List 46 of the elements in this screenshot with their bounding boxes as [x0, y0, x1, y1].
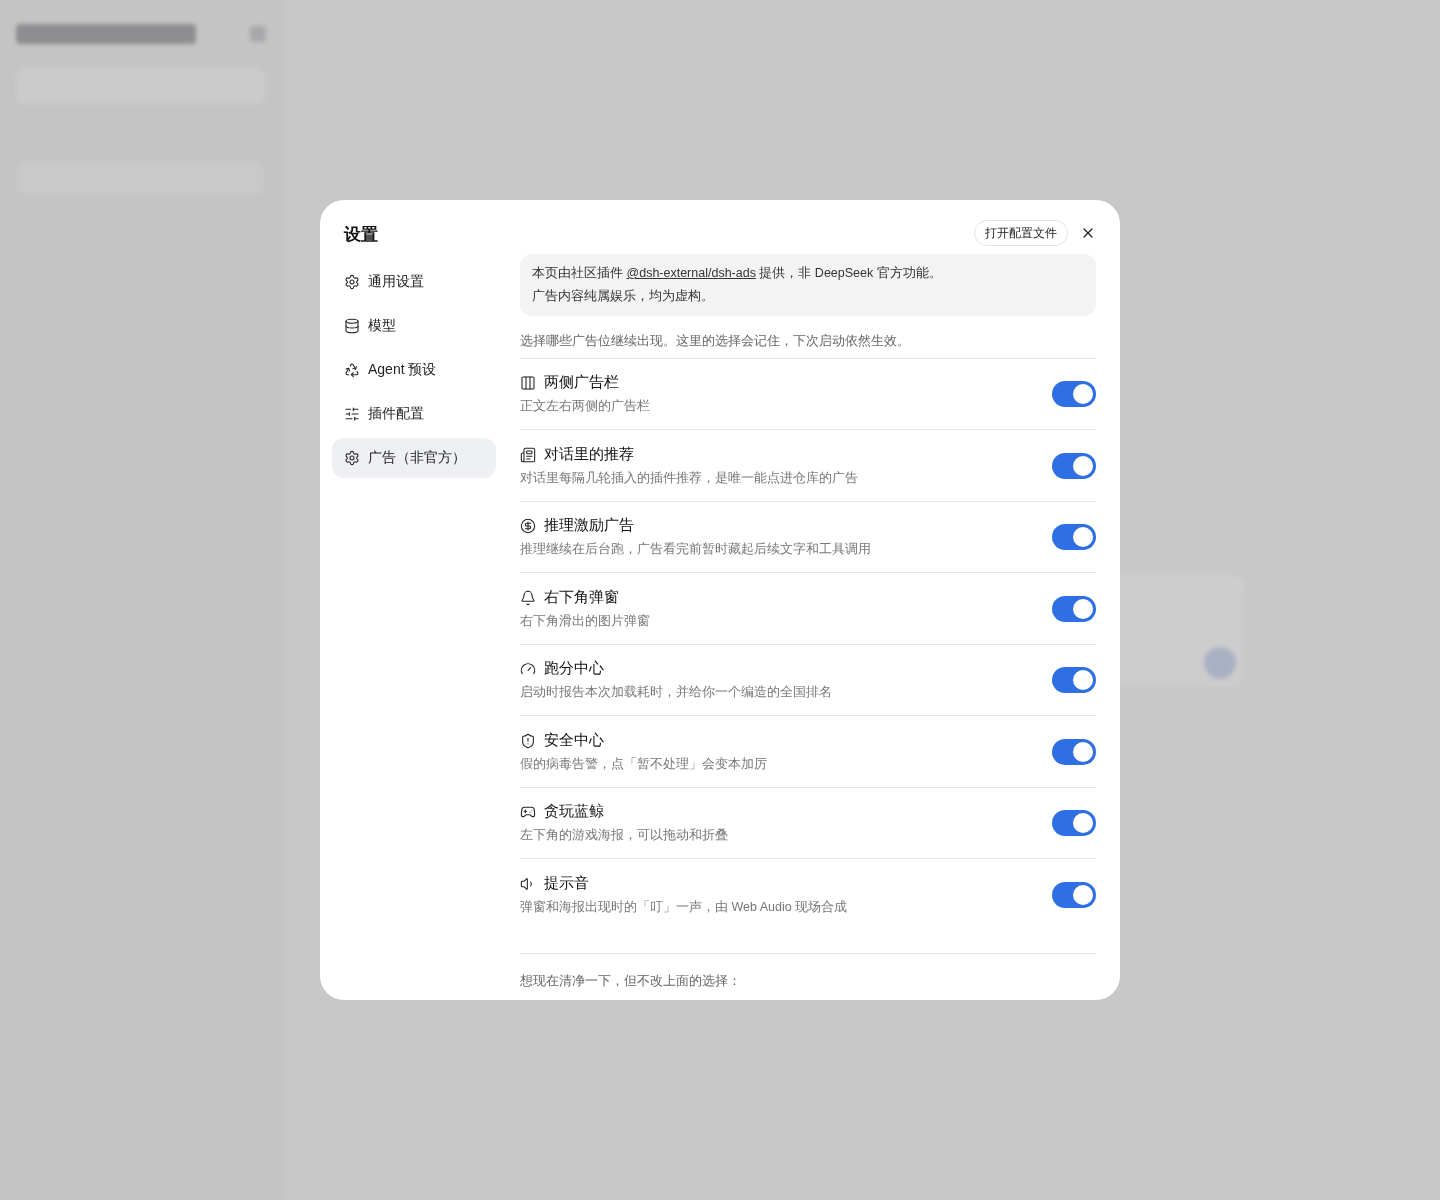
notice-text: 广告内容纯属娱乐，均为虚构。 [532, 288, 715, 305]
setting-description: 左下角的游戏海报，可以拖动和折叠 [520, 827, 728, 844]
recycle-icon [344, 361, 360, 378]
setting-title: 安全中心 [544, 730, 604, 750]
setting-title: 贪玩蓝鲸 [544, 802, 604, 822]
nav-item[interactable]: 通用设置 [332, 261, 496, 302]
gear-icon [344, 273, 360, 290]
plugin-link[interactable]: @dsh-external/dsh-ads [626, 266, 756, 280]
toggle-switch[interactable] [1052, 738, 1096, 765]
gear-icon [344, 449, 360, 466]
toggle-switch[interactable] [1052, 452, 1096, 479]
setting-title: 跑分中心 [544, 659, 604, 679]
columns-icon [520, 375, 536, 392]
toggle-switch[interactable] [1052, 810, 1096, 836]
setting-description: 正文左右两侧的广告栏 [520, 398, 650, 415]
dialog-title: 设置 [342, 224, 379, 246]
intro-text: 选择哪些广告位继续出现。这里的选择会记住，下次启动依然生效。 [520, 332, 1096, 359]
setting-description: 假的病毒告警，点「暂不处理」会变本加厉 [520, 755, 767, 773]
setting-description: 右下角滑出的图片弹窗 [520, 612, 650, 630]
blurred-icon [250, 26, 266, 42]
setting-title: 两侧广告栏 [544, 373, 619, 393]
newspaper-icon [520, 446, 536, 463]
setting-title: 对话里的推荐 [544, 444, 634, 464]
setting-description: 对话里每隔几轮插入的插件推荐，是唯一能点进仓库的广告 [520, 469, 858, 487]
nav-item[interactable]: 模型 [332, 305, 496, 346]
notice-text: 本页由社区插件 @dsh-external/dsh-ads 提供，非 DeepSeek 官方功能。 [532, 265, 943, 282]
nav-item[interactable]: 广告（非官方） [332, 437, 496, 478]
coin-icon [520, 518, 536, 535]
nav-item[interactable]: Agent 预设 [332, 349, 496, 390]
bell-icon [520, 589, 536, 606]
toggle-switch[interactable] [1052, 882, 1096, 908]
setting-description: 启动时报告本次加载耗时，并给你一个编造的全国排名 [520, 684, 832, 701]
database-icon [344, 317, 360, 334]
footer-note: 想现在清净一下，但不改上面的选择： [520, 972, 742, 990]
shield-icon [520, 732, 536, 749]
toggle-switch[interactable] [1052, 667, 1096, 693]
setting-description: 推理继续在后台跑，广告看完前暂时藏起后续文字和工具调用 [520, 541, 871, 558]
nav-item[interactable]: 插件配置 [332, 393, 496, 434]
sliders-icon [344, 405, 360, 422]
setting-title: 推理激励广告 [544, 516, 634, 536]
toggle-switch[interactable] [1052, 595, 1096, 622]
setting-title: 右下角弹窗 [544, 587, 619, 607]
toggle-switch[interactable] [1052, 381, 1096, 407]
setting-title: 提示音 [544, 874, 589, 894]
setting-description: 弹窗和海报出现时的「叮」一声，由 Web Audio 现场合成 [520, 899, 848, 916]
toggle-switch[interactable] [1052, 524, 1096, 550]
